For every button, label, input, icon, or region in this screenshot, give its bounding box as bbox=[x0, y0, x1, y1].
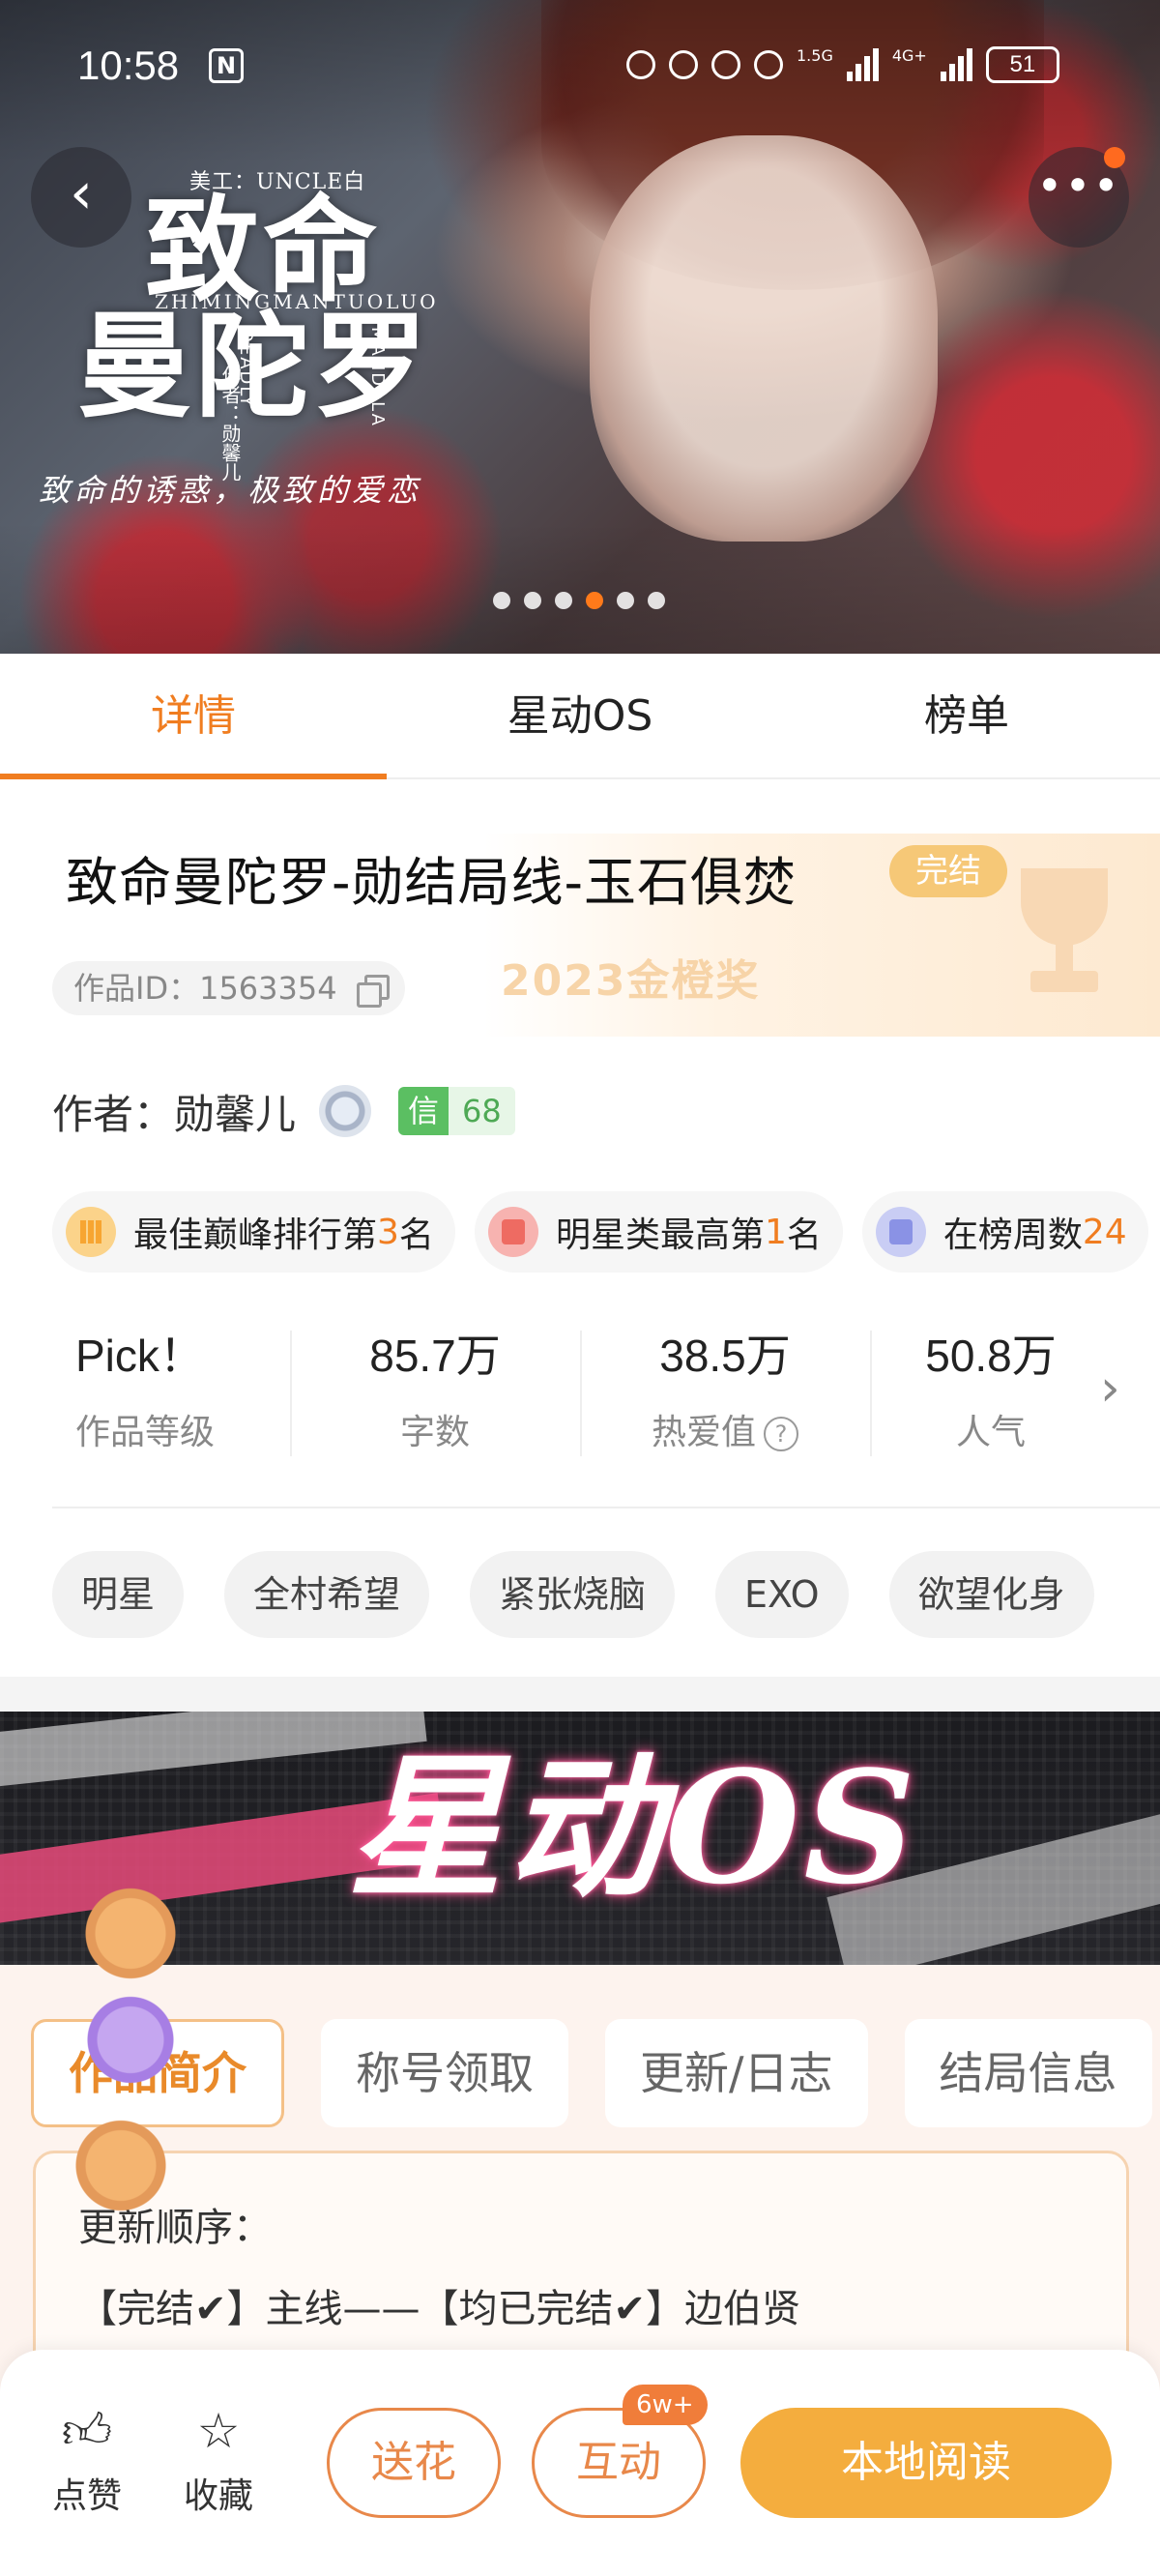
back-arrow-icon: ‹ bbox=[70, 160, 93, 227]
tab-star-os[interactable]: 星动OS bbox=[387, 654, 773, 777]
tab-ranking[interactable]: 榜单 bbox=[773, 654, 1160, 777]
cover-banner[interactable]: 美工：UNCLE白 致命 ZHIMINGMANTUOLUO 曼陀罗 DEADLY… bbox=[0, 0, 1160, 654]
author-row[interactable]: 作者： 勋馨儿 信 68 bbox=[52, 1077, 515, 1145]
wifi-icon bbox=[754, 50, 783, 79]
book-title: 致命曼陀罗-勋结局线-玉石俱焚 bbox=[66, 852, 797, 913]
art-tagline: 致命的诱惑，极致的爱恋 bbox=[39, 472, 422, 509]
tag-list: 明星 全村希望 紧张烧脑 EXO 欲望化身 bbox=[52, 1551, 1094, 1638]
carousel-dot bbox=[493, 592, 510, 609]
carousel-dot bbox=[586, 592, 603, 609]
subtab-ending-info[interactable]: 结局信息 bbox=[904, 2019, 1152, 2127]
signal-icon bbox=[846, 48, 879, 81]
mascot-sticker-icon bbox=[68, 2118, 174, 2224]
like-button[interactable]: 👍︎ 点赞 bbox=[39, 2402, 135, 2518]
status-bar: 10:58 N 1.5G 4G+ 51 bbox=[0, 37, 1160, 104]
art-author-credit: 作者：勋馨儿 bbox=[218, 366, 242, 482]
os-sub-tabs: 作品简介 称号领取 更新/日志 结局信息 bbox=[31, 2019, 1152, 2127]
trust-score-badge: 信 68 bbox=[398, 1087, 515, 1135]
stats-row[interactable]: Pick！ 作品等级 85.7万 字数 38.5万 热爱值? 50.8万 人气 … bbox=[0, 1321, 1160, 1466]
help-icon[interactable]: ? bbox=[764, 1417, 798, 1451]
carousel-indicator bbox=[493, 592, 665, 609]
bar-chart-icon bbox=[66, 1207, 116, 1257]
trust-label: 信 bbox=[398, 1087, 450, 1135]
carousel-dot bbox=[617, 592, 634, 609]
title-area: 2023金橙奖 致命曼陀罗-勋结局线-玉石俱焚 完结 作品ID：1563354 bbox=[0, 781, 1160, 1042]
list-icon bbox=[875, 1207, 926, 1257]
favorite-button[interactable]: ☆ 收藏 bbox=[170, 2402, 267, 2518]
honor-category-rank[interactable]: 明星类最高第 1 名 bbox=[474, 1191, 843, 1273]
more-dots-icon: ••• bbox=[1036, 160, 1121, 212]
nfc-icon: N bbox=[209, 48, 244, 83]
back-button[interactable]: ‹ bbox=[31, 147, 131, 248]
stat-popularity: 50.8万 人气 bbox=[925, 1331, 1057, 1452]
art-mandala: MANDALA bbox=[367, 327, 388, 427]
honor-chips: 最佳巅峰排行第 3 名 明星类最高第 1 名 在榜周数 24 bbox=[52, 1191, 1148, 1273]
author-label: 作者： bbox=[52, 1090, 175, 1138]
gift-flower-button[interactable]: 送花 bbox=[327, 2408, 501, 2518]
carousel-dot bbox=[524, 592, 541, 609]
work-id-pill[interactable]: 作品ID：1563354 bbox=[52, 961, 405, 1015]
stat-grade: Pick！ 作品等级 bbox=[74, 1331, 215, 1452]
work-id-text: 作品ID：1563354 bbox=[73, 970, 337, 1007]
trust-value: 68 bbox=[449, 1087, 515, 1135]
honor-peak-rank[interactable]: 最佳巅峰排行第 3 名 bbox=[52, 1191, 455, 1273]
bottom-action-bar: 👍︎ 点赞 ☆ 收藏 送花 互动 6w+ 本地阅读 bbox=[0, 2350, 1160, 2576]
tag-chip[interactable]: 紧张烧脑 bbox=[470, 1551, 676, 1638]
star-icon: ☆ bbox=[196, 2403, 241, 2459]
trophy-icon bbox=[1001, 859, 1127, 1004]
bluetooth-icon bbox=[669, 50, 698, 79]
battery-icon: 51 bbox=[985, 46, 1059, 83]
copy-icon[interactable] bbox=[356, 975, 390, 1008]
tag-chip[interactable]: 全村希望 bbox=[224, 1551, 430, 1638]
chevron-right-icon[interactable]: › bbox=[1100, 1360, 1120, 1418]
mascot-sticker-icon bbox=[77, 1886, 184, 1992]
subtab-update-log[interactable]: 更新/日志 bbox=[605, 2019, 868, 2127]
honor-weeks-on-list[interactable]: 在榜周数 24 bbox=[861, 1191, 1148, 1273]
alarm-icon bbox=[626, 50, 655, 79]
intro-line: 【完结✔】主线——【均已完结✔】边伯贤 bbox=[78, 2287, 801, 2331]
local-read-button[interactable]: 本地阅读 bbox=[740, 2408, 1112, 2518]
mascot-sticker-icon bbox=[77, 1992, 184, 2098]
tag-chip[interactable]: 明星 bbox=[52, 1551, 185, 1638]
author-name[interactable]: 勋馨儿 bbox=[174, 1082, 296, 1141]
signal-icon-2 bbox=[940, 48, 972, 81]
notification-dot bbox=[1104, 147, 1125, 168]
stat-word-count: 85.7万 字数 bbox=[369, 1331, 501, 1452]
status-time: 10:58 bbox=[77, 43, 180, 88]
thumbs-up-icon: 👍︎ bbox=[61, 2403, 113, 2459]
section-tabs: 详情 星动OS 榜单 bbox=[0, 654, 1160, 779]
tag-chip[interactable]: 欲望化身 bbox=[888, 1551, 1094, 1638]
os-banner-title: 星动OS bbox=[348, 1737, 919, 1918]
author-level-badge-icon bbox=[319, 1085, 372, 1137]
vibrate-icon bbox=[711, 50, 740, 79]
network-label-1: 1.5G bbox=[797, 45, 833, 65]
subtab-title-claim[interactable]: 称号领取 bbox=[321, 2019, 568, 2127]
status-badge: 完结 bbox=[889, 845, 1007, 897]
tab-details[interactable]: 详情 bbox=[0, 654, 387, 779]
carousel-dot bbox=[555, 592, 572, 609]
stat-love-value: 38.5万 热爱值? bbox=[580, 1321, 870, 1466]
interact-count-badge: 6w+ bbox=[623, 2385, 708, 2425]
award-label: 2023金橙奖 bbox=[501, 956, 761, 1006]
carousel-dot bbox=[648, 592, 665, 609]
tag-chip[interactable]: EXO bbox=[715, 1551, 849, 1638]
divider bbox=[52, 1507, 1160, 1508]
network-label-2: 4G+ bbox=[891, 45, 927, 65]
star-category-icon bbox=[487, 1207, 538, 1257]
